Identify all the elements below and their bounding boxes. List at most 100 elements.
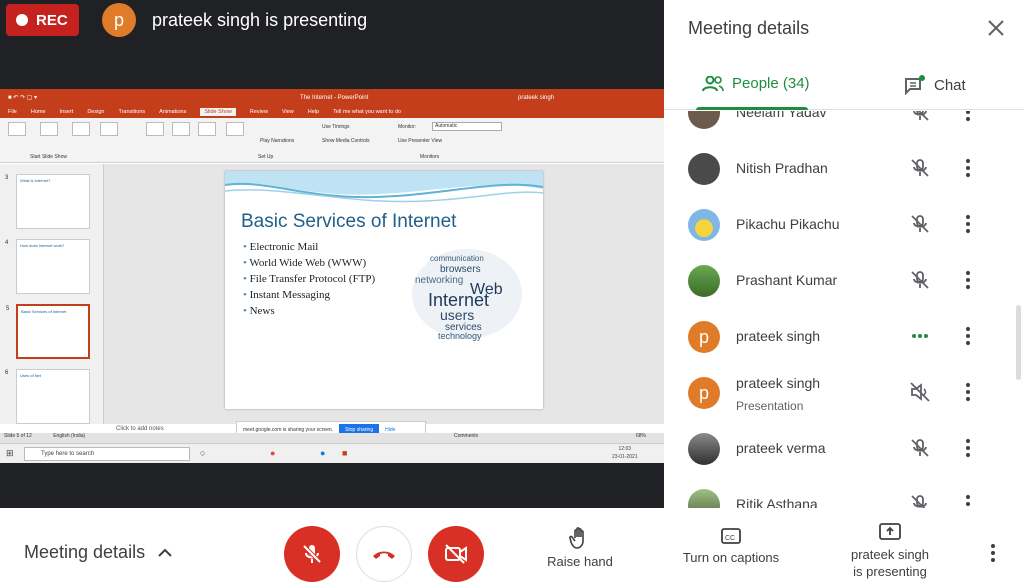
slide-bullets: Electronic Mail World Wide Web (WWW) Fil…	[243, 241, 375, 321]
ppt-tab[interactable]: View	[282, 109, 294, 115]
active-tab-indicator	[696, 107, 808, 110]
speaking-indicator-icon	[912, 334, 928, 338]
present-online-button[interactable]	[72, 122, 90, 136]
participant-name: prateek singh	[736, 328, 821, 344]
raise-hand-button[interactable]: Raise hand	[546, 526, 614, 569]
more-options-icon[interactable]	[961, 213, 975, 235]
slide-bullet: News	[243, 305, 375, 317]
thumb-number: 4	[5, 240, 9, 246]
custom-slide-show-button[interactable]	[100, 122, 118, 136]
slide-counter: Slide 5 of 12	[4, 433, 32, 439]
slide-bullet: File Transfer Protocol (FTP)	[243, 273, 376, 285]
hide-slide-button[interactable]	[172, 122, 190, 136]
mic-off-icon	[911, 495, 927, 508]
more-options-icon[interactable]	[961, 493, 975, 508]
participant-row[interactable]: p prateek singh	[664, 309, 1014, 365]
chrome-icon[interactable]: ●	[270, 448, 275, 458]
more-options-icon[interactable]	[961, 381, 975, 403]
thumbnail-slide-6[interactable]: 6 Uses of Net	[5, 369, 90, 424]
participant-avatar	[688, 489, 720, 508]
more-options-icon[interactable]	[961, 111, 975, 123]
meeting-controls-bar: Meeting details Raise hand CC Turn on ca…	[0, 508, 1024, 585]
more-options-icon[interactable]	[986, 542, 1000, 564]
more-options-icon[interactable]	[961, 325, 975, 347]
record-dot-icon	[16, 14, 28, 26]
record-slide-show-button[interactable]	[226, 122, 244, 136]
presenter-view-checkbox[interactable]: Use Presenter View	[398, 138, 442, 144]
ppt-titlebar: ■ ↶ ↷ ▢ ▾ The Internet - PowerPoint prat…	[0, 89, 664, 106]
more-options-icon[interactable]	[961, 269, 975, 291]
ppt-tab[interactable]: Tell me what you want to do	[333, 109, 401, 115]
play-narrations-checkbox[interactable]: Play Narrations	[260, 138, 294, 144]
participant-avatar: p	[688, 377, 720, 409]
ppt-tab[interactable]: Slide Show	[200, 108, 236, 116]
monitor-select[interactable]: Automatic	[432, 122, 502, 131]
participant-name: Pikachu Pikachu	[736, 216, 840, 232]
participant-name: prateek verma	[736, 440, 826, 456]
presenting-line-1: prateek singh	[850, 547, 930, 562]
more-options-icon[interactable]	[961, 437, 975, 459]
thumb-number: 6	[5, 370, 9, 376]
captions-button[interactable]: CC Turn on captions	[676, 526, 786, 565]
ppt-tab[interactable]: Transitions	[118, 109, 145, 115]
ppt-ribbon-tabs: File Home Insert Design Transitions Animation…	[0, 106, 664, 118]
ppt-tab[interactable]: Design	[87, 109, 104, 115]
tab-chat-label: Chat	[934, 76, 966, 94]
people-icon	[702, 75, 724, 91]
mic-off-icon	[911, 215, 929, 233]
slide-bullet: Instant Messaging	[243, 289, 375, 301]
leave-call-button[interactable]	[356, 526, 412, 582]
thumbnail-slide-3[interactable]: 3 What is Internet?	[5, 174, 90, 229]
microphone-toggle-button[interactable]	[284, 526, 340, 582]
ppt-tab[interactable]: File	[8, 109, 17, 115]
participant-row[interactable]: p prateek singh Presentation	[664, 365, 1014, 421]
zoom-level[interactable]: 68%	[636, 433, 646, 439]
taskbar-search[interactable]: Type here to search	[24, 447, 190, 461]
ppt-tab[interactable]: Help	[308, 109, 319, 115]
ppt-user-name: prateek singh	[518, 94, 555, 101]
comments-button[interactable]: Comments	[454, 433, 478, 439]
meeting-details-toggle[interactable]: Meeting details	[24, 542, 173, 563]
tab-people[interactable]: People (34)	[696, 75, 810, 110]
from-current-button[interactable]	[40, 122, 58, 136]
cloud-word: networking	[415, 275, 463, 286]
ppt-tab[interactable]: Review	[250, 109, 268, 115]
participant-row[interactable]: Nitish Pradhan	[664, 141, 1014, 197]
rec-label: REC	[36, 11, 68, 29]
slide-title: Basic Services of Internet	[241, 211, 457, 232]
participant-row[interactable]: prateek verma	[664, 421, 1014, 477]
participant-name: Neelam Yadav	[736, 111, 827, 120]
taskview-icon[interactable]: ○	[200, 448, 205, 458]
participant-name: Nitish Pradhan	[736, 160, 828, 176]
presenting-status-button[interactable]: prateek singh is presenting	[838, 522, 942, 580]
participant-row[interactable]: Neelam Yadav	[664, 111, 1014, 141]
windows-start-icon[interactable]: ⊞	[6, 448, 14, 459]
ppt-statusbar: Slide 5 of 12 English (India) Comments 6…	[0, 433, 664, 443]
mic-off-icon	[302, 544, 322, 564]
participant-row[interactable]: Ritik Asthana	[664, 477, 1014, 508]
thumbnail-slide-4[interactable]: 4 How does Internet work?	[5, 239, 90, 294]
close-icon[interactable]	[982, 14, 1010, 42]
ppt-tab[interactable]: Home	[31, 109, 46, 115]
show-media-controls-checkbox[interactable]: Show Media Controls	[322, 138, 370, 144]
from-beginning-button[interactable]	[8, 122, 26, 136]
participant-list-scrollbar[interactable]	[1016, 305, 1021, 380]
tab-chat[interactable]: Chat	[904, 75, 966, 95]
camera-toggle-button[interactable]	[428, 526, 484, 582]
thumbnail-slide-5[interactable]: 5 Basic Services of Internet	[6, 304, 90, 359]
participant-row[interactable]: Prashant Kumar	[664, 253, 1014, 309]
set-up-slide-show-button[interactable]	[146, 122, 164, 136]
edge-icon[interactable]: ●	[320, 448, 325, 458]
ppt-tab[interactable]: Insert	[60, 109, 74, 115]
taskbar-clock: 12:03 23-01-2021	[612, 445, 638, 461]
language-status: English (India)	[53, 433, 86, 439]
use-timings-checkbox[interactable]: Use Timings	[322, 124, 350, 130]
participant-avatar	[688, 209, 720, 241]
more-options-icon[interactable]	[961, 157, 975, 179]
rehearse-timings-button[interactable]	[198, 122, 216, 136]
ppt-tab[interactable]: Animations	[159, 109, 186, 115]
participant-row[interactable]: Pikachu Pikachu	[664, 197, 1014, 253]
ribbon-group-start: Start Slide Show	[30, 154, 67, 160]
participant-subtitle: Presentation	[736, 399, 804, 413]
powerpoint-icon[interactable]: ■	[342, 448, 347, 458]
